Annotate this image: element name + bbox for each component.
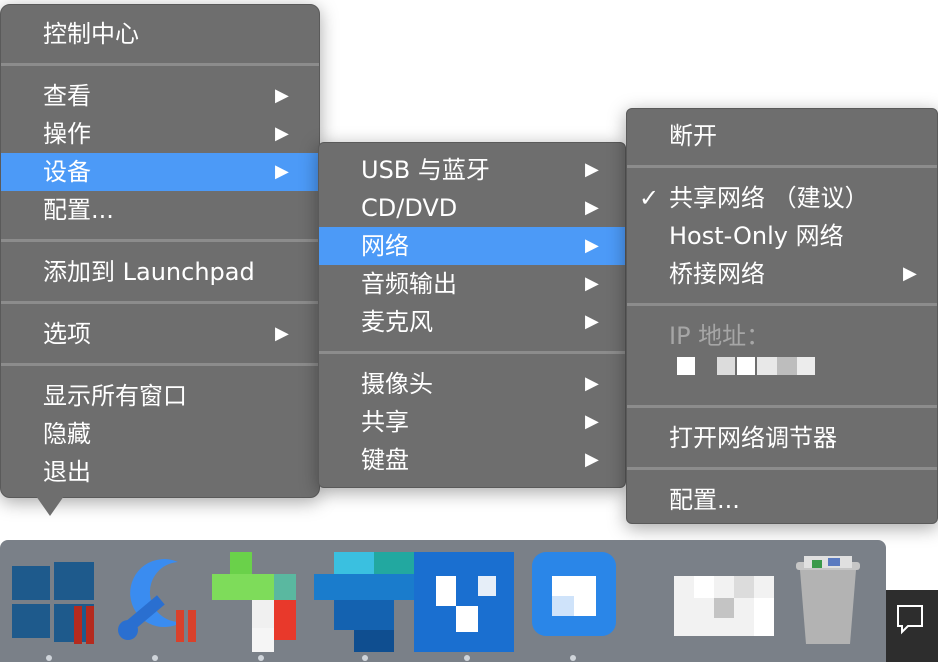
submenu-arrow-icon: ▶ bbox=[585, 449, 599, 470]
menu-item-options[interactable]: 选项 ▶ bbox=[1, 315, 319, 353]
menu-separator bbox=[627, 405, 937, 408]
menu-pointer bbox=[36, 496, 64, 516]
menu-separator bbox=[627, 467, 937, 470]
submenu-arrow-icon: ▶ bbox=[275, 161, 289, 182]
running-indicator bbox=[152, 655, 158, 661]
submenu-arrow-icon: ▶ bbox=[585, 373, 599, 394]
menu-item-disconnect[interactable]: 断开 bbox=[627, 117, 937, 155]
submenu-arrow-icon: ▶ bbox=[585, 273, 599, 294]
menu-item-shared-network[interactable]: ✓ 共享网络 （建议） bbox=[627, 179, 937, 217]
menu-item-usb-bluetooth[interactable]: USB 与蓝牙 ▶ bbox=[319, 151, 625, 189]
menu-separator bbox=[1, 301, 319, 304]
pixelated-app-icon-4[interactable] bbox=[532, 552, 616, 636]
pixelated-app-icon-5[interactable] bbox=[674, 576, 774, 636]
menu-item-view[interactable]: 查看 ▶ bbox=[1, 77, 319, 115]
menu-item-audio-output[interactable]: 音频输出 ▶ bbox=[319, 265, 625, 303]
submenu-network: 断开 ✓ 共享网络 （建议） Host-Only 网络 桥接网络 ▶ IP 地址… bbox=[626, 108, 938, 524]
menu-separator bbox=[1, 239, 319, 242]
menu-item-open-network-adjuster[interactable]: 打开网络调节器 bbox=[627, 419, 937, 457]
menu-item-bridged-network[interactable]: 桥接网络 ▶ bbox=[627, 255, 937, 293]
menu-item-add-to-launchpad[interactable]: 添加到 Launchpad bbox=[1, 253, 319, 291]
menu-item-sharing[interactable]: 共享 ▶ bbox=[319, 403, 625, 441]
menu-item-action[interactable]: 操作 ▶ bbox=[1, 115, 319, 153]
menu-item-camera[interactable]: 摄像头 ▶ bbox=[319, 365, 625, 403]
submenu-arrow-icon: ▶ bbox=[585, 311, 599, 332]
pixelated-app-icon-1[interactable] bbox=[212, 552, 312, 656]
running-indicator bbox=[258, 655, 264, 661]
menu-item-quit[interactable]: 退出 bbox=[1, 453, 319, 491]
menu-item-configure[interactable]: 配置... bbox=[1, 191, 319, 229]
trash-icon[interactable] bbox=[790, 552, 866, 648]
menu-item-cd-dvd[interactable]: CD/DVD ▶ bbox=[319, 189, 625, 227]
repair-tool-icon[interactable] bbox=[108, 552, 204, 648]
menu-separator bbox=[627, 303, 937, 306]
submenu-arrow-icon: ▶ bbox=[903, 263, 917, 284]
menu-separator bbox=[1, 63, 319, 66]
submenu-arrow-icon: ▶ bbox=[585, 159, 599, 180]
running-indicator bbox=[570, 655, 576, 661]
running-indicator bbox=[46, 655, 52, 661]
notification-icon[interactable] bbox=[896, 604, 924, 636]
submenu-devices: USB 与蓝牙 ▶ CD/DVD ▶ 网络 ▶ 音频输出 ▶ 麦克风 ▶ 摄像头… bbox=[318, 142, 626, 488]
menu-separator bbox=[1, 363, 319, 366]
running-indicator bbox=[362, 655, 368, 661]
menu-item-hide[interactable]: 隐藏 bbox=[1, 415, 319, 453]
menu-item-host-only[interactable]: Host-Only 网络 bbox=[627, 217, 937, 255]
menu-item-network-configure[interactable]: 配置... bbox=[627, 481, 937, 519]
submenu-arrow-icon: ▶ bbox=[275, 323, 289, 344]
menu-item-devices[interactable]: 设备 ▶ bbox=[1, 153, 319, 191]
submenu-arrow-icon: ▶ bbox=[275, 85, 289, 106]
menu-item-network[interactable]: 网络 ▶ bbox=[319, 227, 625, 265]
ip-address-label: IP 地址： bbox=[669, 322, 771, 350]
submenu-arrow-icon: ▶ bbox=[585, 411, 599, 432]
submenu-arrow-icon: ▶ bbox=[275, 123, 289, 144]
menu-separator bbox=[319, 351, 625, 354]
notification-area bbox=[886, 590, 938, 662]
windows-app-icon[interactable] bbox=[8, 558, 98, 648]
menu-separator bbox=[627, 165, 937, 168]
running-indicator bbox=[464, 655, 470, 661]
submenu-arrow-icon: ▶ bbox=[585, 235, 599, 256]
pixelated-app-icon-3[interactable] bbox=[414, 552, 514, 656]
menu-item-microphone[interactable]: 麦克风 ▶ bbox=[319, 303, 625, 341]
checkmark-icon: ✓ bbox=[639, 184, 660, 212]
menu-item-keyboard[interactable]: 键盘 ▶ bbox=[319, 441, 625, 479]
pixelated-app-icon-2[interactable] bbox=[314, 552, 414, 656]
menu-item-show-all-windows[interactable]: 显示所有窗口 bbox=[1, 377, 319, 415]
submenu-arrow-icon: ▶ bbox=[585, 197, 599, 218]
context-menu-main: 控制中心 查看 ▶ 操作 ▶ 设备 ▶ 配置... 添加到 Launchpad … bbox=[0, 4, 320, 498]
menu-title-control-center: 控制中心 bbox=[43, 20, 139, 48]
